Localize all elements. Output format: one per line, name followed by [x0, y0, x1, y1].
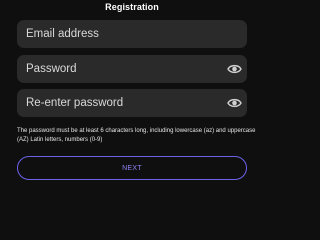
confirm-password-field[interactable] [17, 89, 247, 117]
next-button[interactable]: NEXT [17, 156, 247, 180]
page-title: Registration [105, 2, 159, 12]
email-field-container[interactable] [17, 20, 247, 48]
password-field[interactable] [17, 55, 247, 83]
confirm-password-field-container[interactable] [17, 89, 247, 117]
password-field-container[interactable] [17, 55, 247, 83]
email-field[interactable] [17, 20, 247, 48]
eye-icon[interactable] [227, 62, 242, 76]
password-requirements-hint: The password must be at least 6 characte… [17, 128, 256, 143]
eye-icon[interactable] [227, 96, 242, 110]
